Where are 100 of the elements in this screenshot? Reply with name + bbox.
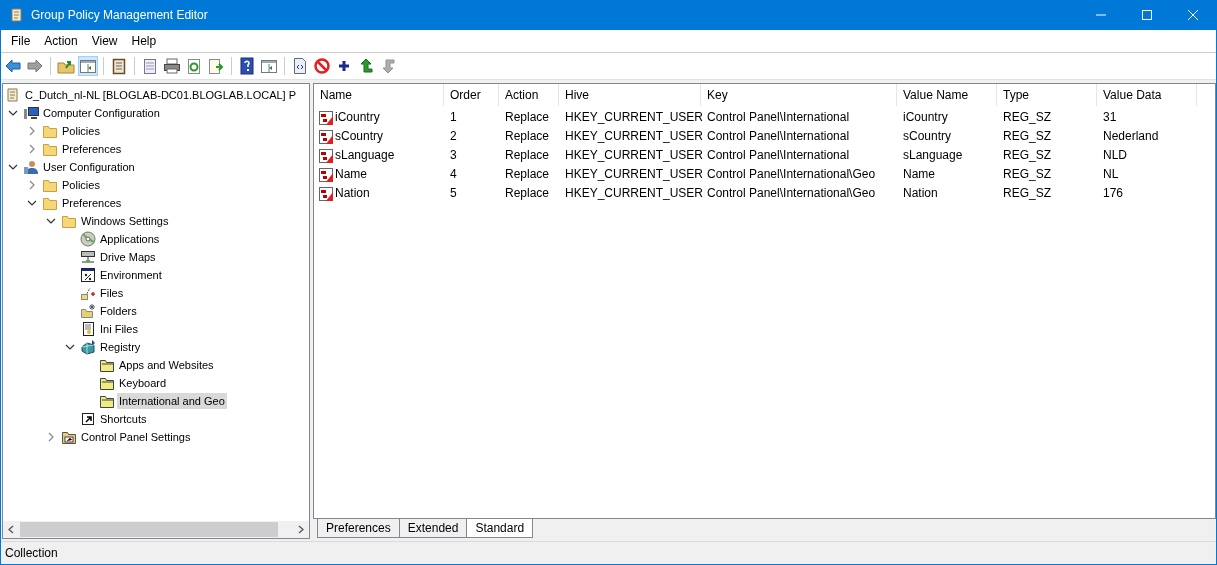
stop-button[interactable] (312, 56, 332, 76)
tree-item[interactable]: Environment (98, 267, 164, 283)
help-button[interactable] (237, 56, 257, 76)
table-cell-text: 31 (1102, 109, 1118, 126)
tree-item[interactable]: Registry (98, 339, 143, 355)
scroll-icon (9, 7, 25, 23)
column-header[interactable]: Action (499, 84, 559, 106)
table-cell-text: Nation (902, 185, 939, 202)
percent-icon (80, 267, 96, 283)
scrollbar-thumb[interactable] (20, 522, 278, 537)
tree-item[interactable]: Shortcuts (98, 411, 149, 427)
disc-icon (80, 231, 96, 247)
column-header[interactable]: Order (444, 84, 499, 106)
xml-document-icon (291, 57, 309, 75)
control-panel-icon (61, 429, 77, 445)
table-cell-text: Nederland (1102, 128, 1160, 145)
tab[interactable]: Standard (466, 519, 534, 538)
table-cell-text: 5 (449, 185, 458, 202)
tree-item[interactable]: C_Dutch_nl-NL [BLOGLAB-DC01.BLOGLAB.LOCAL] P (23, 87, 299, 103)
menu-item[interactable]: File (4, 34, 38, 48)
export-button[interactable] (206, 56, 226, 76)
folder-icon (80, 303, 96, 319)
folder-icon (99, 393, 115, 409)
pane-button[interactable] (78, 56, 98, 76)
forward-arrow-icon (26, 57, 44, 75)
table-cell-text: REG_SZ (1002, 128, 1052, 145)
table-cell-text: Replace (504, 166, 551, 183)
item-name[interactable]: Name (335, 165, 367, 184)
item-name[interactable]: iCountry (335, 108, 380, 127)
tree-item[interactable]: Policies (60, 123, 102, 139)
folder-icon (99, 357, 115, 373)
column-header[interactable]: Hive (559, 84, 701, 106)
tree-item[interactable]: Control Panel Settings (79, 429, 193, 445)
folder-icon (42, 123, 58, 139)
tree-item[interactable]: Folders (98, 303, 139, 319)
item-name[interactable]: sCountry (335, 127, 384, 146)
tree-item[interactable]: Keyboard (117, 375, 169, 391)
tree-item[interactable]: Preferences (60, 141, 124, 157)
tree-item[interactable]: User Configuration (41, 159, 137, 175)
export-icon (207, 57, 225, 75)
table-cell-text: sLanguage (902, 147, 964, 164)
table-cell-text: Replace (504, 147, 551, 164)
column-header[interactable]: Value Data (1097, 84, 1197, 106)
tree-item[interactable]: Preferences (60, 195, 124, 211)
shortcut-icon (80, 411, 96, 427)
table-cell-text: iCountry (902, 109, 949, 126)
item-name[interactable]: sLanguage (335, 146, 395, 165)
column-header[interactable]: Key (701, 84, 897, 106)
folder-icon (42, 141, 58, 157)
table-cell-text: Control Panel\International (706, 128, 851, 145)
tree-item[interactable]: International and Geo (117, 393, 227, 409)
string-value-icon (318, 185, 334, 202)
printer-button[interactable] (162, 56, 182, 76)
table-cell-text: 3 (449, 147, 458, 164)
table-cell-text: Name (902, 166, 936, 183)
tree-item[interactable]: Files (98, 285, 126, 301)
string-value-icon (318, 147, 334, 164)
column-header[interactable]: Type (997, 84, 1097, 106)
tree-item[interactable]: Computer Configuration (41, 105, 162, 121)
table-cell-text: NL (1102, 166, 1120, 183)
horizontal-scrollbar[interactable] (3, 521, 309, 538)
table-cell-text: Replace (504, 109, 551, 126)
string-value-icon (318, 166, 334, 183)
tree-item[interactable]: Applications (98, 231, 162, 247)
table-cell-text: Control Panel\International\Geo (706, 185, 877, 202)
computer-icon (23, 105, 39, 121)
help-icon (238, 57, 256, 75)
tree-item[interactable]: Apps and Websites (117, 357, 216, 373)
tree-item[interactable]: Ini Files (98, 321, 140, 337)
item-name[interactable]: Nation (335, 184, 370, 203)
registry-icon (80, 339, 96, 355)
column-header[interactable]: Name (314, 84, 444, 106)
table-cell-text: HKEY_CURRENT_USER (564, 128, 701, 145)
tree-item[interactable]: Drive Maps (98, 249, 158, 265)
table-cell-text: Replace (504, 128, 551, 145)
window-title: Group Policy Management Editor (31, 8, 209, 22)
pane-icon (260, 57, 278, 75)
folder-icon (61, 213, 77, 229)
document-icon (141, 57, 159, 75)
tree-item[interactable]: Policies (60, 177, 102, 193)
table-cell-text: NLD (1102, 147, 1128, 164)
tree-item[interactable]: Windows Settings (79, 213, 171, 229)
folder-icon (42, 177, 58, 193)
menu-item[interactable]: Action (37, 34, 85, 48)
table-cell-text: REG_SZ (1002, 166, 1052, 183)
table-cell-text: 176 (1102, 185, 1125, 202)
menu-item[interactable]: Help (124, 34, 164, 48)
string-value-icon (318, 128, 334, 145)
folder-icon (99, 375, 115, 391)
table-cell-text: HKEY_CURRENT_USER (564, 185, 701, 202)
table-cell-text: Control Panel\International (706, 147, 851, 164)
table-cell-text: HKEY_CURRENT_USER (564, 109, 701, 126)
table-cell-text: REG_SZ (1002, 147, 1052, 164)
menu-item[interactable]: View (84, 34, 125, 48)
table-cell-text: HKEY_CURRENT_USER (564, 147, 701, 164)
ini-file-icon (80, 321, 96, 337)
tab[interactable]: Preferences (317, 519, 400, 538)
scroll-icon (5, 87, 21, 103)
column-header[interactable]: Value Name (897, 84, 997, 106)
pane-icon (79, 57, 97, 75)
